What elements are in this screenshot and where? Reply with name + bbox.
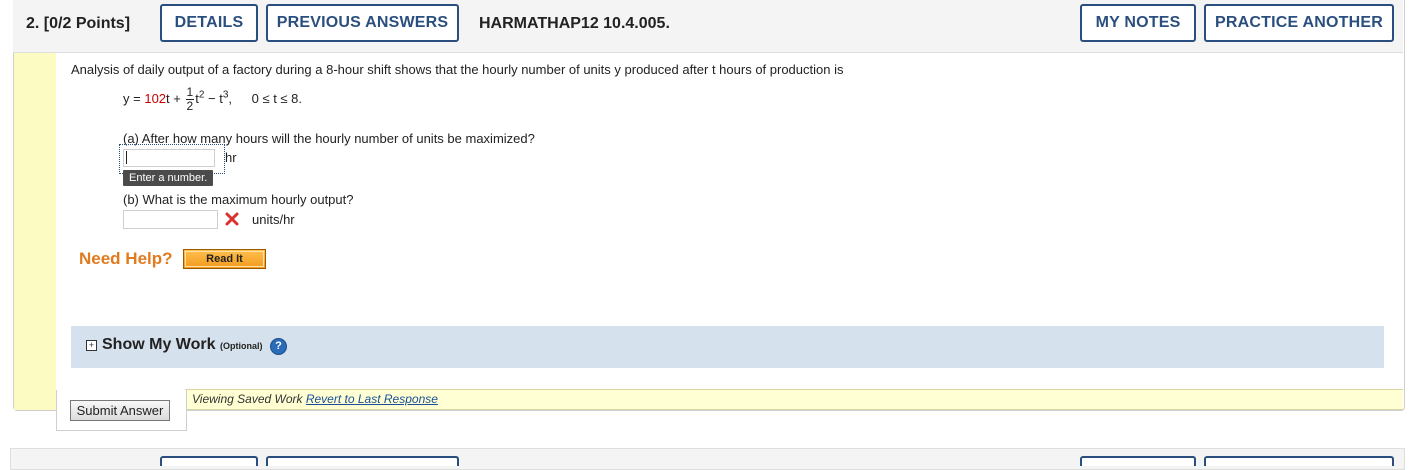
part-a-answer-input[interactable] xyxy=(123,149,215,167)
show-my-work-label[interactable]: Show My Work (Optional) xyxy=(102,336,262,354)
show-my-work-bar[interactable] xyxy=(71,326,1384,368)
problem-statement: Analysis of daily output of a factory du… xyxy=(71,62,844,77)
optional-label: (Optional) xyxy=(219,341,263,351)
need-help-label: Need Help? xyxy=(79,249,173,268)
eq-frac-den: 2 xyxy=(186,99,194,113)
saved-work-text: Viewing Saved Work xyxy=(192,392,306,406)
part-b-question: (b) What is the maximum hourly output? xyxy=(123,192,354,207)
next-practice-another-button[interactable] xyxy=(1204,456,1394,466)
input-tooltip: Enter a number. xyxy=(123,170,214,186)
revert-link[interactable]: Revert to Last Response xyxy=(306,392,438,406)
part-b-answer-input[interactable] xyxy=(123,210,218,229)
read-it-button[interactable]: Read It xyxy=(183,249,266,269)
eq-domain: 0 ≤ t ≤ 8. xyxy=(251,90,303,106)
eq-minus-t: − t xyxy=(204,90,223,106)
eq-t1: t + xyxy=(166,90,181,106)
part-a-unit: hr xyxy=(225,150,237,165)
next-details-button[interactable] xyxy=(160,456,258,466)
incorrect-x-icon xyxy=(225,212,239,226)
part-b-unit: units/hr xyxy=(252,212,295,227)
previous-answers-button[interactable]: PREVIOUS ANSWERS xyxy=(266,4,459,42)
practice-another-button[interactable]: PRACTICE ANOTHER xyxy=(1204,4,1394,42)
details-button[interactable]: DETAILS xyxy=(160,4,258,42)
read-it-label: Read It xyxy=(206,253,243,265)
eq-fraction: 12 xyxy=(185,85,195,113)
points-label: [0/2 Points] xyxy=(43,15,131,32)
saved-work-banner: Viewing Saved Work Revert to Last Respon… xyxy=(185,389,1403,410)
question-help-icon[interactable]: ? xyxy=(270,338,287,355)
expand-plus-icon[interactable]: + xyxy=(86,340,97,351)
next-my-notes-button[interactable] xyxy=(1080,456,1196,466)
question-number: 2. xyxy=(26,15,40,32)
show-my-work-title: Show My Work xyxy=(102,336,216,353)
question-points: 2. [0/2 Points] xyxy=(26,15,130,33)
eq-frac-num: 1 xyxy=(185,85,195,100)
eq-lhs: y = xyxy=(123,90,141,106)
equation: y = 102t + 1 2 t2 − t3, 0 ≤ t ≤ 8. xyxy=(123,86,302,120)
problem-code: HARMATHAP12 10.4.005. xyxy=(479,15,670,32)
eq-comma: , xyxy=(228,90,232,106)
text-caret xyxy=(126,151,127,164)
eq-coefficient: 102 xyxy=(144,90,167,106)
my-notes-button[interactable]: MY NOTES xyxy=(1080,4,1196,42)
next-previous-answers-button[interactable] xyxy=(266,456,459,466)
submit-answer-button[interactable]: Submit Answer xyxy=(70,400,170,421)
status-stripe xyxy=(14,53,56,410)
